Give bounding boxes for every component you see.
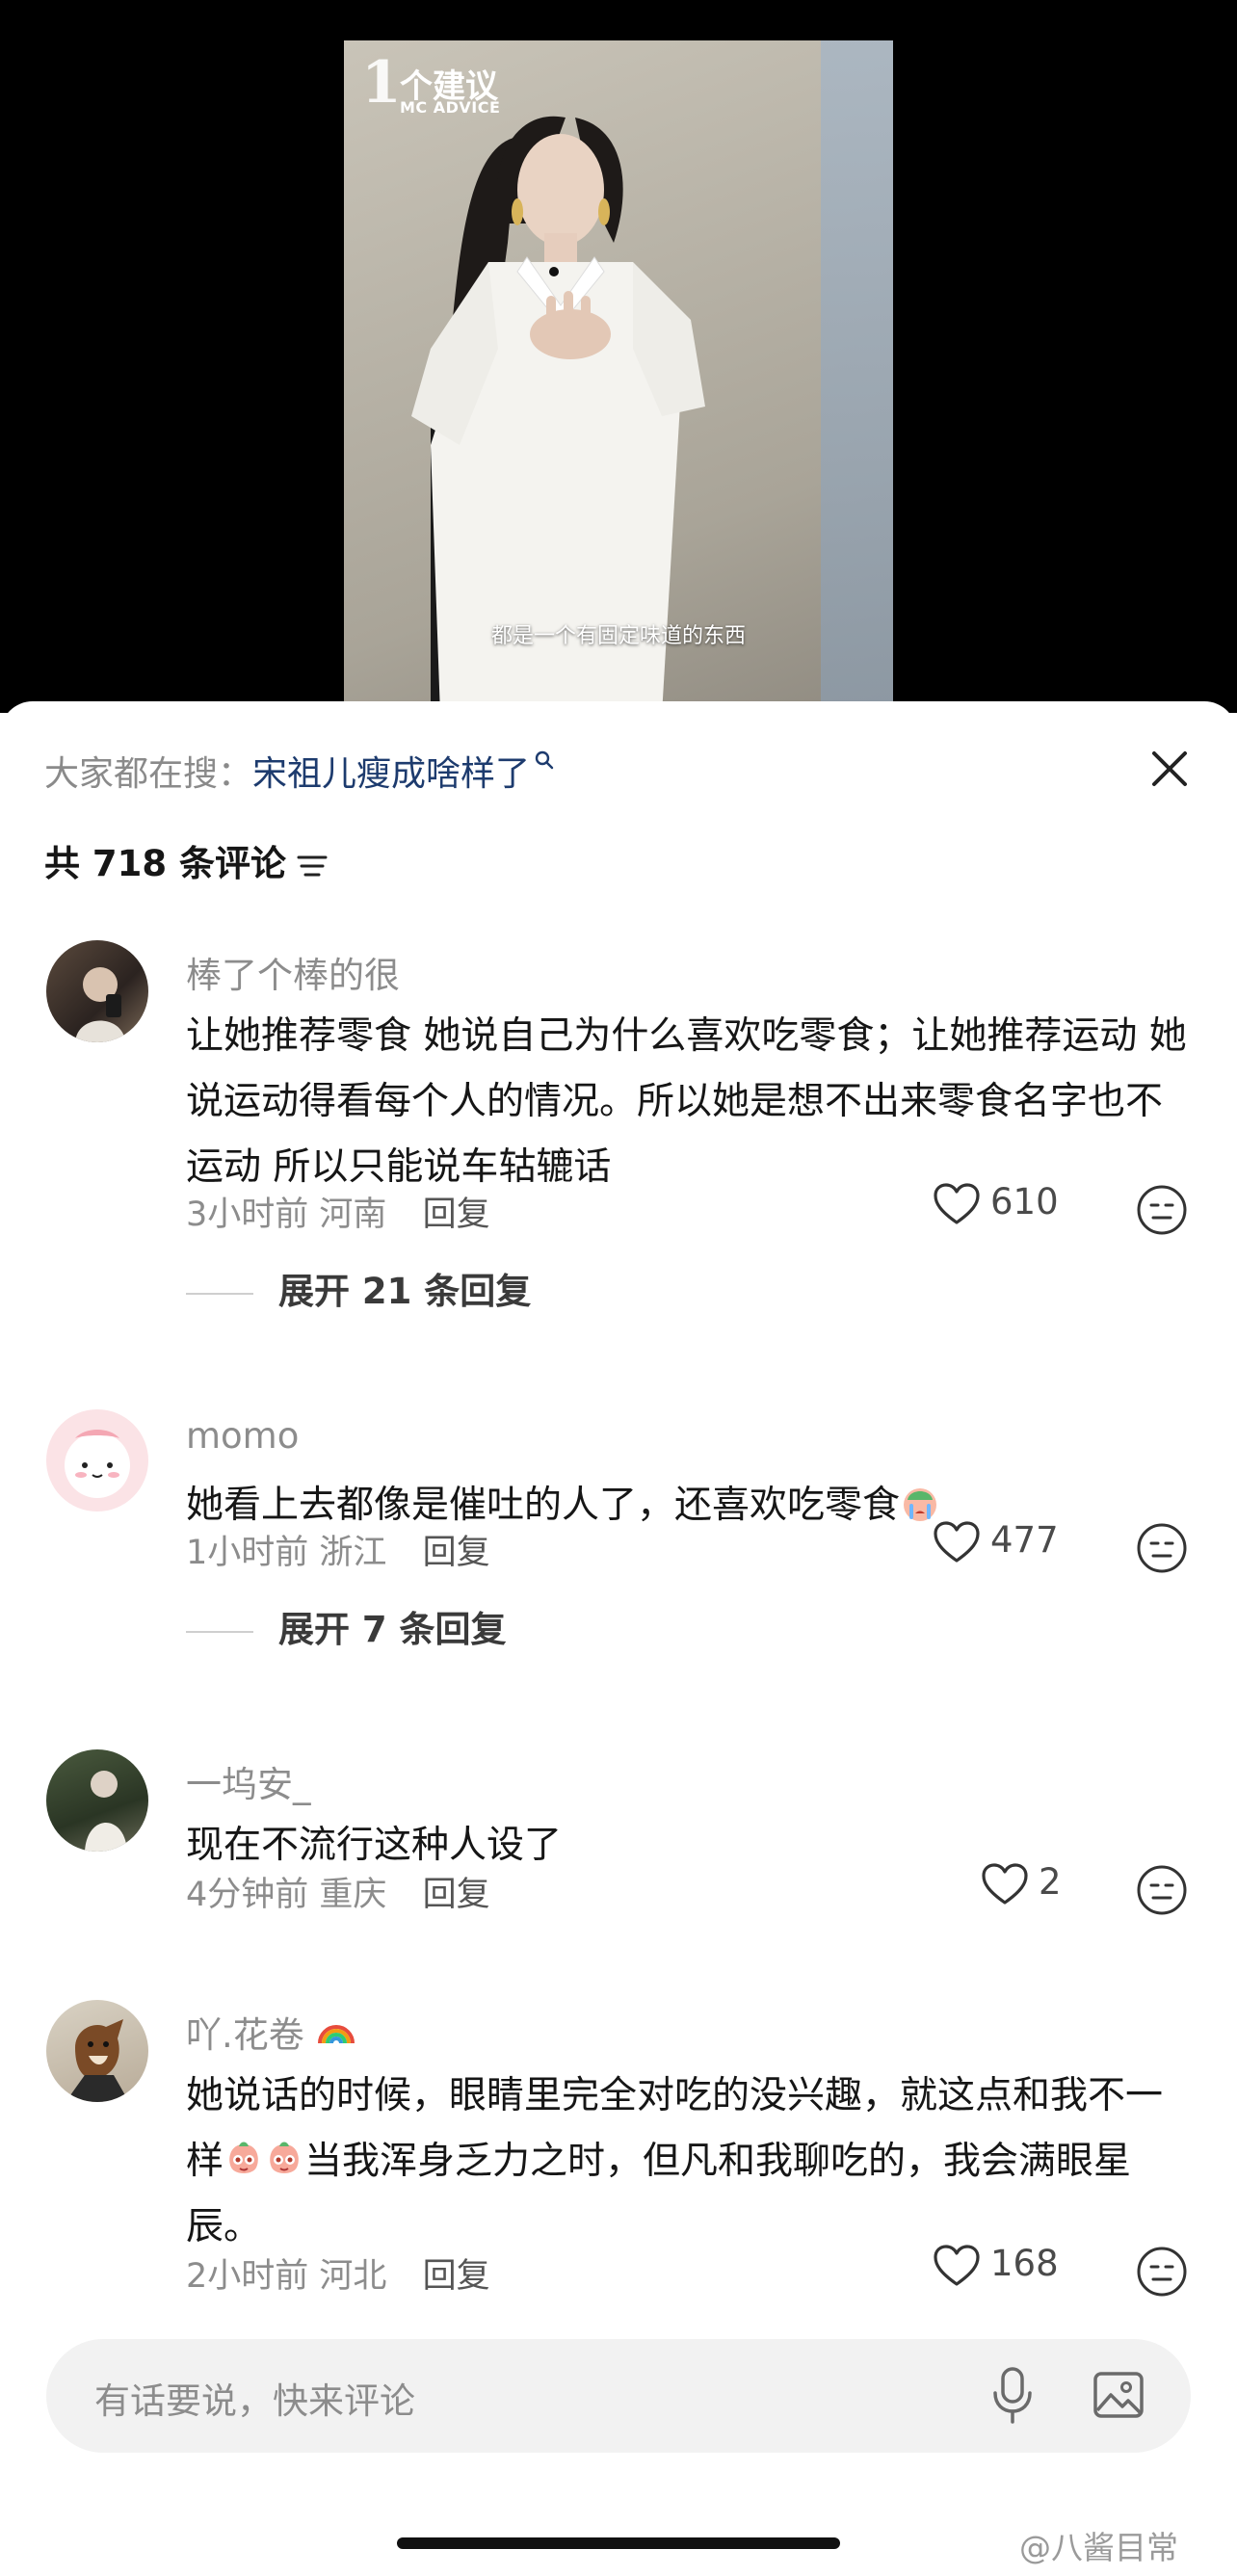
comment-location: 河北 xyxy=(319,2257,387,2296)
comment-meta: 3小时前 河南 回复 xyxy=(186,1187,490,1236)
comment-item: 吖.花卷 她说话的时候，眼睛里完全对吃的没兴趣，就这点和我不一样 当我浑身乏力之时… xyxy=(0,2000,1237,2318)
comment-count: 共 718 条评论 xyxy=(44,834,329,886)
expand-replies-label: 展开 7 条回复 xyxy=(278,1609,507,1650)
comment-meta: 2小时前 河北 回复 xyxy=(186,2248,490,2298)
home-indicator[interactable] xyxy=(397,2537,840,2549)
comment-text: 她说话的时候，眼睛里完全对吃的没兴趣，就这点和我不一样 当我浑身乏力之时，但凡和我… xyxy=(186,2063,1188,2260)
emoji-face-icon[interactable] xyxy=(1135,1521,1189,1575)
comment-location: 重庆 xyxy=(319,1876,387,1914)
video-subtitle: 都是一个有固定味道的东西 xyxy=(490,624,746,648)
trending-search-term[interactable]: 宋祖儿瘦成啥样了 xyxy=(252,754,530,794)
comment-username-text: 吖.花卷 xyxy=(186,2014,304,2056)
image-icon[interactable] xyxy=(1092,2368,1145,2422)
comment-text: 让她推荐零食 她说自己为什么喜欢吃零食；让她推荐运动 她说运动得看每个人的情况。… xyxy=(186,1014,1187,1189)
expand-replies-label: 展开 21 条回复 xyxy=(278,1271,532,1312)
like-count: 2 xyxy=(1039,1861,1062,1903)
video-brand-logo: 1 个建议 MC ADVICE xyxy=(361,49,501,117)
heart-icon xyxy=(982,1862,1028,1905)
heart-icon xyxy=(934,2244,980,2286)
comment-username[interactable]: 一坞安_ xyxy=(186,1755,311,1807)
emoji-face-icon[interactable] xyxy=(1135,2245,1189,2299)
comment-meta: 1小时前 浙江 回复 xyxy=(186,1525,490,1574)
peach-face-emoji-icon xyxy=(229,2142,258,2173)
comment-text-content: 她看上去都像是催吐的人了，还喜欢吃零食 xyxy=(186,1484,901,1527)
comment-username[interactable]: momo xyxy=(186,1415,299,1457)
reply-button[interactable]: 回复 xyxy=(423,1196,490,1234)
peach-face-emoji-icon xyxy=(270,2142,299,2173)
trending-search[interactable]: 大家都在搜：宋祖儿瘦成啥样了 xyxy=(44,746,555,796)
comment-item: 一坞安_ 现在不流行这种人设了 4分钟前 重庆 回复 2 xyxy=(0,1749,1237,1932)
like-count: 477 xyxy=(990,1519,1059,1561)
reply-button[interactable]: 回复 xyxy=(423,2257,490,2296)
comments-sheet: 大家都在搜：宋祖儿瘦成啥样了 共 718 条评论 棒了个棒的很 让她推荐零食 她… xyxy=(0,701,1237,2576)
comment-time: 2小时前 xyxy=(186,2257,309,2296)
comment-location: 河南 xyxy=(319,1196,387,1234)
expand-replies-button[interactable]: 展开 21 条回复 xyxy=(186,1262,531,1314)
close-icon[interactable] xyxy=(1145,744,1195,794)
emoji-face-icon[interactable] xyxy=(1135,1863,1189,1917)
crying-emoji-icon xyxy=(904,1488,937,1521)
expand-divider xyxy=(186,1292,253,1295)
video-frame[interactable]: 1 个建议 MC ADVICE 都是一个有固定味道的东西 xyxy=(344,40,893,715)
like-button[interactable]: 168 xyxy=(933,2243,1059,2288)
comment-meta: 4分钟前 重庆 回复 xyxy=(186,1867,490,1916)
avatar[interactable] xyxy=(46,1749,148,1852)
trending-search-label: 大家都在搜： xyxy=(44,754,253,794)
rainbow-emoji-icon xyxy=(317,2025,355,2044)
heart-icon xyxy=(934,1520,980,1563)
sort-icon[interactable] xyxy=(296,852,329,881)
search-icon xyxy=(535,750,554,770)
like-button[interactable]: 2 xyxy=(981,1861,1062,1906)
avatar[interactable] xyxy=(46,940,148,1042)
comment-input-placeholder: 有话要说，快来评论 xyxy=(94,2380,415,2422)
comment-time: 3小时前 xyxy=(186,1196,309,1234)
like-count: 168 xyxy=(990,2243,1059,2284)
expand-divider xyxy=(186,1630,253,1633)
like-button[interactable]: 477 xyxy=(933,1519,1059,1564)
comment-count-label: 共 718 条评论 xyxy=(44,843,286,884)
video-player[interactable]: 1 个建议 MC ADVICE 都是一个有固定味道的东西 xyxy=(0,0,1237,715)
avatar[interactable] xyxy=(46,1409,148,1511)
comment-username[interactable]: 棒了个棒的很 xyxy=(186,946,400,998)
comment-time: 1小时前 xyxy=(186,1534,309,1572)
emoji-face-icon[interactable] xyxy=(1135,1183,1189,1237)
reply-button[interactable]: 回复 xyxy=(423,1534,490,1572)
expand-replies-button[interactable]: 展开 7 条回复 xyxy=(186,1600,507,1652)
comment-item: 棒了个棒的很 让她推荐零食 她说自己为什么喜欢吃零食；让她推荐运动 她说运动得看… xyxy=(0,940,1237,1312)
comment-username[interactable]: 吖.花卷 xyxy=(186,2006,356,2058)
watermark: @八酱目常 xyxy=(1019,2529,1178,2566)
comment-text-part2: 当我浑身乏力之时，但凡和我聊吃的，我会满眼星辰。 xyxy=(186,2140,1132,2248)
comment-input[interactable]: 有话要说，快来评论 xyxy=(46,2339,1191,2453)
like-count: 610 xyxy=(990,1181,1059,1222)
comment-location: 浙江 xyxy=(319,1534,387,1572)
microphone-icon[interactable] xyxy=(990,2366,1035,2426)
comment-time: 4分钟前 xyxy=(186,1876,309,1914)
avatar[interactable] xyxy=(46,2000,148,2102)
like-button[interactable]: 610 xyxy=(933,1181,1059,1226)
comment-item: momo 她看上去都像是催吐的人了，还喜欢吃零食 1小时前 浙江 回复 477 … xyxy=(0,1409,1237,1660)
heart-icon xyxy=(934,1182,980,1224)
reply-button[interactable]: 回复 xyxy=(423,1876,490,1914)
